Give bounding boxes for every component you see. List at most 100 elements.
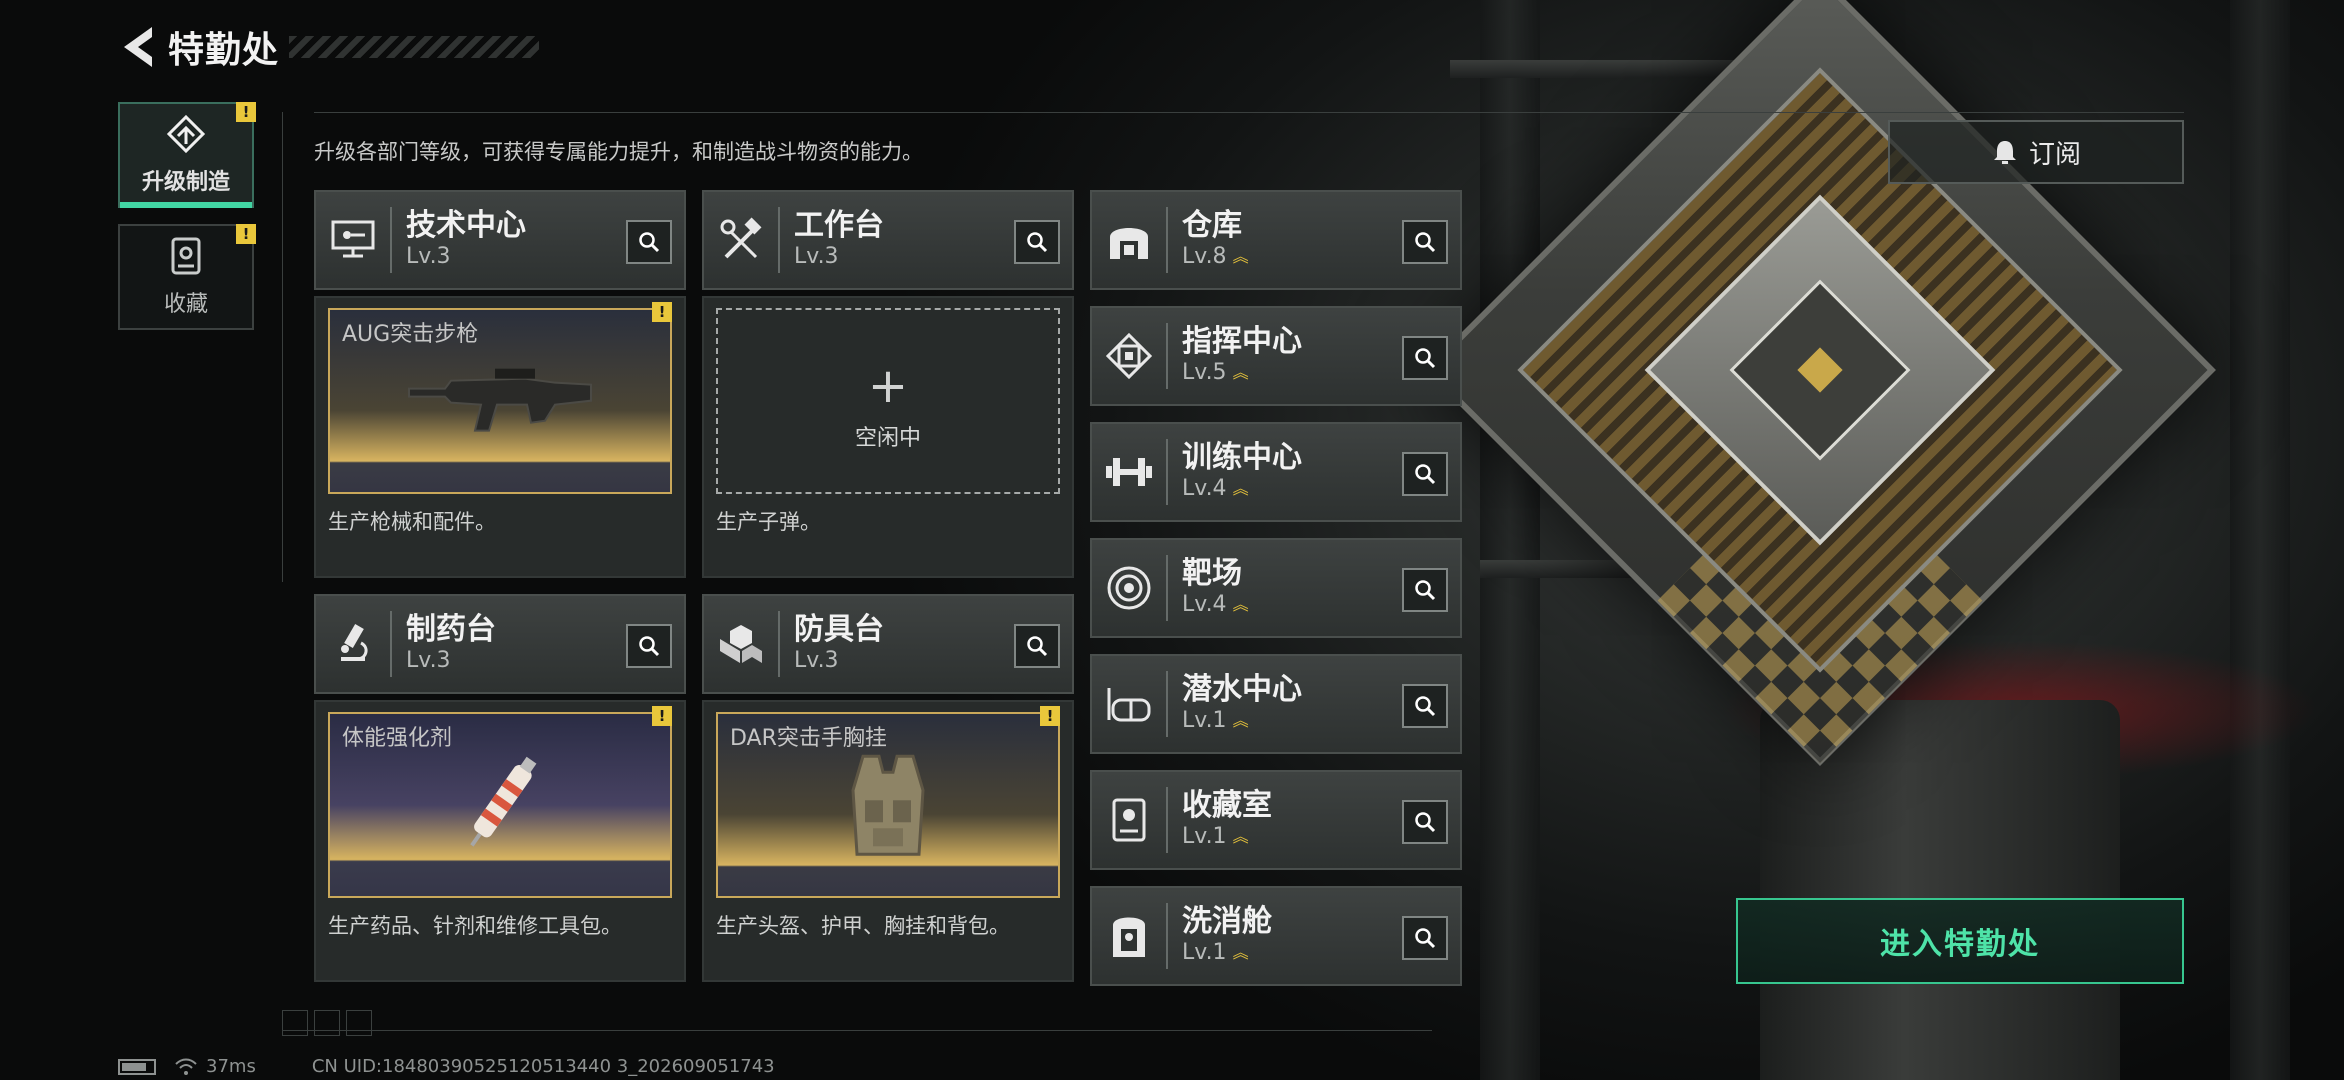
facility-command-center[interactable]: 指挥中心 Lv.5 ︽ <box>1090 306 1462 406</box>
search-button[interactable] <box>1402 916 1448 960</box>
search-button[interactable] <box>1402 568 1448 612</box>
alert-badge: ! <box>1040 706 1060 726</box>
search-button[interactable] <box>1402 336 1448 380</box>
facility-level: Lv.3 <box>406 648 451 673</box>
search-button[interactable] <box>1402 220 1448 264</box>
empty-production-slot[interactable]: + 空闲中 <box>716 308 1060 494</box>
search-icon <box>639 232 660 253</box>
facility-training-center[interactable]: 训练中心 Lv.4 ︽ <box>1090 422 1462 522</box>
title-decoration <box>289 36 540 58</box>
production-desc: 生产药品、针剂和维修工具包。 <box>328 914 622 938</box>
search-button[interactable] <box>1014 624 1060 668</box>
tab-label: 收藏 <box>163 292 208 317</box>
production-panel: 体能强化剂 ! 生产药品、针剂和维修工具包。 <box>314 700 686 982</box>
facility-pharmacy[interactable]: 制药台 Lv.3 <box>314 594 686 694</box>
page-header: 特勤处 <box>118 24 540 71</box>
facility-level: Lv.4 <box>1182 592 1227 617</box>
production-panel: DAR突击手胸挂 ! 生产头盔、护甲、胸挂和背包。 <box>702 700 1074 982</box>
facility-name: 训练中心 <box>1182 440 1302 475</box>
search-icon <box>1415 232 1436 253</box>
decon-icon <box>1092 903 1168 969</box>
search-icon <box>1415 580 1436 601</box>
decorative-square <box>282 1010 308 1036</box>
facility-level: Lv.1 <box>1182 708 1227 733</box>
status-footer: 37ms CN UID:18480390525120513440 3_20260… <box>118 1056 775 1077</box>
search-button[interactable] <box>1402 800 1448 844</box>
subscribe-label: 订阅 <box>2028 139 2081 170</box>
search-button[interactable] <box>1014 220 1060 264</box>
collection-icon <box>171 237 201 275</box>
facility-name: 技术中心 <box>406 208 526 243</box>
facility-level: Lv.5 <box>1182 360 1227 385</box>
page-title: 特勤处 <box>168 30 280 71</box>
facility-name: 潜水中心 <box>1182 672 1302 707</box>
back-arrow-icon[interactable] <box>118 25 158 69</box>
plus-icon: + <box>867 358 909 414</box>
facility-collection-room[interactable]: 收藏室 Lv.1 ︽ <box>1090 770 1462 870</box>
facility-tech-center[interactable]: 技术中心 Lv.3 <box>314 190 686 290</box>
rank-chevron-icon: ︽ <box>1232 247 1249 266</box>
subscribe-button[interactable]: 订阅 <box>1888 120 2184 184</box>
search-button[interactable] <box>626 624 672 668</box>
production-desc: 生产枪械和配件。 <box>328 510 496 534</box>
search-button[interactable] <box>1402 684 1448 728</box>
facility-workbench[interactable]: 工作台 Lv.3 <box>702 190 1074 290</box>
search-icon <box>639 636 660 657</box>
facility-name: 工作台 <box>794 208 884 243</box>
search-button[interactable] <box>1402 452 1448 496</box>
battery-icon <box>118 1058 156 1075</box>
production-desc: 生产子弹。 <box>716 510 821 534</box>
rank-chevron-icon: ︽ <box>1232 711 1249 730</box>
facility-name: 仓库 <box>1182 208 1242 243</box>
monitor-icon <box>316 207 392 273</box>
item-name: 体能强化剂 <box>342 726 453 751</box>
chip-icon <box>1092 323 1168 389</box>
search-icon <box>1415 812 1436 833</box>
microscope-icon <box>316 611 392 677</box>
search-icon <box>1027 636 1048 657</box>
facility-warehouse[interactable]: 仓库 Lv.8 ︽ <box>1090 190 1462 290</box>
production-panel: + 空闲中 生产子弹。 <box>702 296 1074 578</box>
enter-special-ops-button[interactable]: 进入特勤处 <box>1736 898 2184 984</box>
production-slot[interactable]: 体能强化剂 <box>328 712 672 898</box>
facility-decon-chamber[interactable]: 洗消舱 Lv.1 ︽ <box>1090 886 1462 986</box>
facility-armor-bench[interactable]: 防具台 Lv.3 <box>702 594 1074 694</box>
alert-badge: ! <box>236 224 256 244</box>
divider <box>282 112 283 582</box>
vest-icon <box>843 750 933 864</box>
facility-level: Lv.3 <box>794 244 839 269</box>
bell-icon <box>1993 141 2016 164</box>
alert-badge: ! <box>236 102 256 122</box>
item-name: AUG突击步枪 <box>342 322 479 347</box>
search-icon <box>1415 928 1436 949</box>
production-desc: 生产头盔、护甲、胸挂和背包。 <box>716 914 1010 938</box>
tab-collection[interactable]: 收藏 ! <box>118 224 256 330</box>
enter-label: 进入特勤处 <box>1880 927 2040 962</box>
facility-shooting-range[interactable]: 靶场 Lv.4 ︽ <box>1090 538 1462 638</box>
production-slot[interactable]: DAR突击手胸挂 <box>716 712 1060 898</box>
tab-upgrade-craft[interactable]: 升级制造 ! <box>118 102 256 208</box>
search-icon <box>1415 464 1436 485</box>
production-panel: AUG突击步枪 ! 生产枪械和配件。 <box>314 296 686 578</box>
divider <box>314 112 2184 113</box>
production-slot[interactable]: AUG突击步枪 <box>328 308 672 494</box>
facility-name: 指挥中心 <box>1182 324 1302 359</box>
rank-chevron-icon: ︽ <box>1232 363 1249 382</box>
user-uid: CN UID:18480390525120513440 3_2026090517… <box>311 1056 775 1077</box>
facility-level: Lv.3 <box>794 648 839 673</box>
rank-chevron-icon: ︽ <box>1232 479 1249 498</box>
facility-level: Lv.4 <box>1182 476 1227 501</box>
alert-badge: ! <box>652 302 672 322</box>
rifle-icon <box>405 361 595 445</box>
rank-chevron-icon: ︽ <box>1232 827 1249 846</box>
facility-level: Lv.1 <box>1182 824 1227 849</box>
facility-name: 防具台 <box>794 612 884 647</box>
alert-badge: ! <box>652 706 672 726</box>
dumbbell-icon <box>1092 439 1168 505</box>
search-icon <box>1415 348 1436 369</box>
facility-diving-center[interactable]: 潜水中心 Lv.1 ︽ <box>1090 654 1462 754</box>
tools-icon <box>704 207 780 273</box>
warehouse-icon <box>1092 207 1168 273</box>
search-button[interactable] <box>626 220 672 264</box>
background-pillar <box>2230 0 2290 1080</box>
